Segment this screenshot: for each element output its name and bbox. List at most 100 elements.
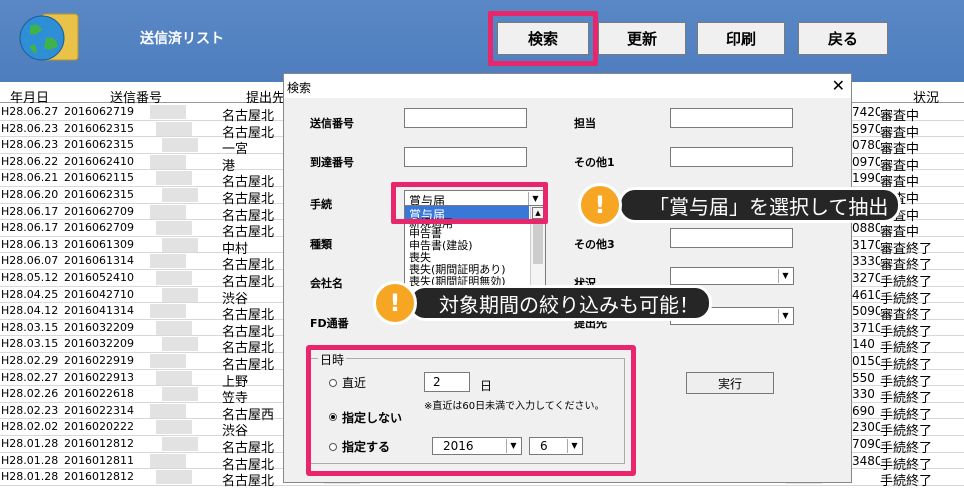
other1-field[interactable] — [670, 147, 793, 167]
cell-number: 5090 — [852, 304, 880, 319]
cell-number: 7420 — [852, 105, 880, 119]
cell-status: 手続終了 — [880, 474, 933, 490]
exclamation-icon: ! — [578, 183, 622, 227]
update-button[interactable]: 更新 — [598, 22, 686, 55]
dialog-titlebar: 検索 ✕ — [284, 74, 851, 98]
send-number-field[interactable] — [404, 108, 527, 128]
redacted-block — [156, 370, 192, 385]
cell-date: H28.06.20 — [1, 188, 59, 201]
cell-number: 140 — [852, 337, 875, 352]
redacted-block — [150, 254, 186, 269]
cell-date: H28.02.23 — [1, 403, 59, 417]
close-icon[interactable]: ✕ — [832, 76, 845, 95]
cell-number: 0970 — [852, 154, 880, 169]
callout-procedure: 「賞与届」を選択して抽出 — [618, 187, 902, 223]
execute-button[interactable]: 実行 — [686, 372, 774, 394]
label-other1: その他1 — [574, 156, 615, 169]
cell-number: 0780 — [852, 138, 880, 153]
cell-date: H28.06.22 — [1, 154, 59, 168]
cell-submit-to: 名古屋北 — [222, 474, 275, 490]
redacted-block — [162, 337, 198, 352]
redacted-block — [162, 237, 198, 252]
redacted-block — [150, 154, 186, 169]
cell-date: H28.02.26 — [1, 387, 59, 401]
cell-number: 1990 — [852, 171, 880, 186]
app-window: 送信済リスト 検索 更新 印刷 戻る 年月日 送信番号 提出先 状況 H28.0… — [0, 0, 964, 499]
cell-number: 550 — [852, 370, 875, 385]
cell-number: 0150 — [852, 354, 880, 368]
label-arrival-number: 到達番号 — [310, 156, 354, 169]
cell-number: 3710 — [852, 320, 880, 335]
cell-date: H28.04.25 — [1, 287, 59, 301]
dialog-title: 検索 — [287, 81, 312, 95]
redacted-block — [150, 453, 186, 468]
cell-date: H28.06.27 — [1, 105, 59, 118]
redacted-block — [150, 204, 186, 219]
exclamation-icon: ! — [373, 281, 417, 325]
redacted-block — [150, 304, 186, 319]
label-kind: 種類 — [310, 238, 332, 251]
print-button[interactable]: 印刷 — [697, 22, 785, 55]
app-title: 送信済リスト — [140, 31, 224, 47]
title-bar: 送信済リスト 検索 更新 印刷 戻る — [0, 0, 964, 82]
label-company: 会社名 — [310, 277, 343, 290]
redacted-block — [162, 138, 198, 153]
cell-date: H28.06.23 — [1, 138, 59, 152]
cell-date: H28.01.28 — [1, 470, 59, 484]
cell-number: 5970 — [852, 121, 880, 136]
cell-date: H28.04.12 — [1, 304, 59, 318]
arrival-number-field[interactable] — [404, 147, 527, 167]
redacted-block — [156, 470, 192, 485]
redacted-block — [156, 420, 192, 435]
cell-date: H28.06.07 — [1, 254, 59, 268]
search-button-highlight — [488, 11, 598, 66]
cell-number: 4610 — [852, 287, 880, 302]
redacted-block — [150, 354, 186, 368]
label-send-number: 送信番号 — [310, 117, 354, 130]
cell-number: 330 — [852, 387, 875, 402]
cell-date: H28.02.27 — [1, 370, 59, 384]
scroll-thumb[interactable] — [533, 224, 543, 264]
cell-date: H28.06.23 — [1, 121, 59, 135]
cell-number: 7090 — [852, 437, 880, 451]
globe-folder-icon — [19, 13, 79, 61]
redacted-block — [156, 271, 192, 285]
cell-number: 690 — [852, 403, 875, 418]
label-fd-serial: FD通番 — [310, 317, 349, 330]
redacted-block — [162, 188, 198, 202]
redacted-block — [150, 403, 186, 418]
chevron-down-icon[interactable]: ▼ — [778, 309, 792, 323]
cell-number: 3270 — [852, 271, 880, 285]
cell-number: 2300 — [852, 420, 880, 435]
cell-date: H28.03.15 — [1, 320, 59, 334]
back-button[interactable]: 戻る — [798, 22, 888, 55]
cell-date: H28.01.28 — [1, 437, 59, 450]
cell-number: 3170 — [852, 237, 880, 252]
redacted-block — [150, 105, 186, 119]
cell-date: H28.06.21 — [1, 171, 59, 185]
cell-date: H28.06.17 — [1, 204, 59, 218]
redacted-block — [162, 387, 198, 402]
label-other3: その他3 — [574, 238, 615, 251]
label-procedure: 手続 — [310, 198, 332, 211]
person-in-charge-field[interactable] — [670, 108, 793, 128]
cell-date: H28.02.29 — [1, 354, 59, 367]
cell-number: 3480 — [852, 453, 880, 468]
status-dropdown[interactable]: ▼ — [670, 267, 794, 285]
redacted-block — [156, 121, 192, 136]
cell-number: 3330 — [852, 254, 880, 269]
callout-period: 対象期間の絞り込みも可能！ — [408, 285, 712, 321]
cell-date: H28.06.13 — [1, 237, 59, 251]
label-person-in-charge: 担当 — [574, 117, 596, 130]
other3-field[interactable] — [670, 228, 793, 248]
cell-number: 0880 — [852, 221, 880, 236]
chevron-down-icon[interactable]: ▼ — [778, 269, 792, 283]
cell-date: H28.01.28 — [1, 453, 59, 467]
cell-date: H28.02.02 — [1, 420, 59, 434]
redacted-block — [156, 171, 192, 186]
redacted-block — [156, 320, 192, 335]
cell-date: H28.03.15 — [1, 337, 59, 351]
redacted-block — [162, 287, 198, 302]
cell-date: H28.05.12 — [1, 271, 59, 284]
period-highlight — [306, 345, 636, 476]
